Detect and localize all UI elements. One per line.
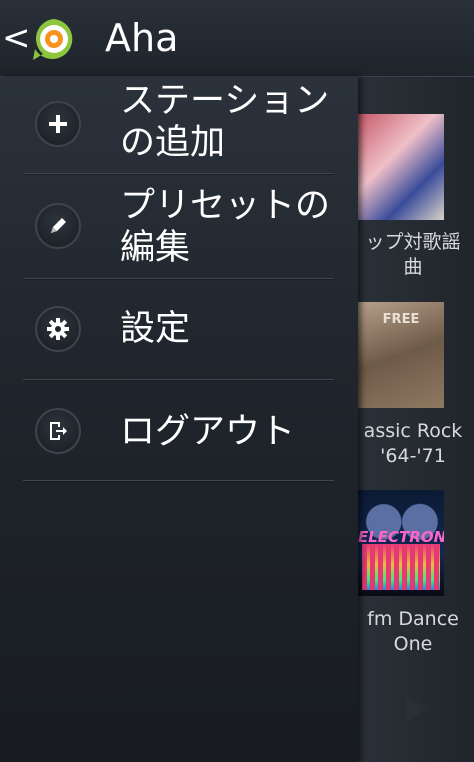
station-artwork[interactable]: FREE (358, 302, 444, 408)
aha-logo-icon[interactable] (30, 16, 76, 62)
divider (23, 480, 334, 481)
equalizer-graphic (362, 544, 440, 590)
station-title-line2[interactable]: '64-'71 (352, 444, 474, 469)
menu-item-edit-presets[interactable]: プリセットの 編集 (0, 174, 358, 278)
logout-icon (35, 408, 81, 454)
artwork-text: FREE (382, 312, 420, 327)
menu-label-line2: の追加 (120, 123, 226, 163)
app-title: Aha (105, 16, 179, 60)
menu-label-line2: 編集 (120, 228, 191, 268)
station-title-line2[interactable]: 曲 (352, 255, 474, 280)
station-artwork[interactable]: ELECTRONIC (358, 490, 444, 596)
menu-label: 設定 (120, 309, 191, 349)
station-title[interactable]: fm Dance (352, 607, 474, 632)
plus-icon (35, 101, 81, 147)
menu-label-line1: プリセットの (120, 186, 331, 226)
station-artwork[interactable] (358, 114, 444, 220)
play-icon[interactable] (406, 696, 428, 722)
action-bar: < Aha (0, 0, 474, 77)
pencil-icon (35, 203, 81, 249)
menu-item-add-station[interactable]: ステーション の追加 (0, 77, 358, 173)
menu-label: ログアウト (120, 412, 296, 452)
back-chevron-icon[interactable]: < (2, 18, 31, 58)
station-title[interactable]: ップ対歌謡 (352, 230, 474, 255)
gear-icon (35, 306, 81, 352)
menu-item-settings[interactable]: 設定 (0, 279, 358, 379)
menu-label-line1: ステーション (120, 81, 330, 121)
station-title-line2[interactable]: One (352, 632, 474, 657)
station-title[interactable]: assic Rock (352, 419, 474, 444)
navigation-drawer: ステーション の追加 プリセットの 編集 設定 ログアウト (0, 77, 358, 762)
menu-item-logout[interactable]: ログアウト (0, 380, 358, 480)
